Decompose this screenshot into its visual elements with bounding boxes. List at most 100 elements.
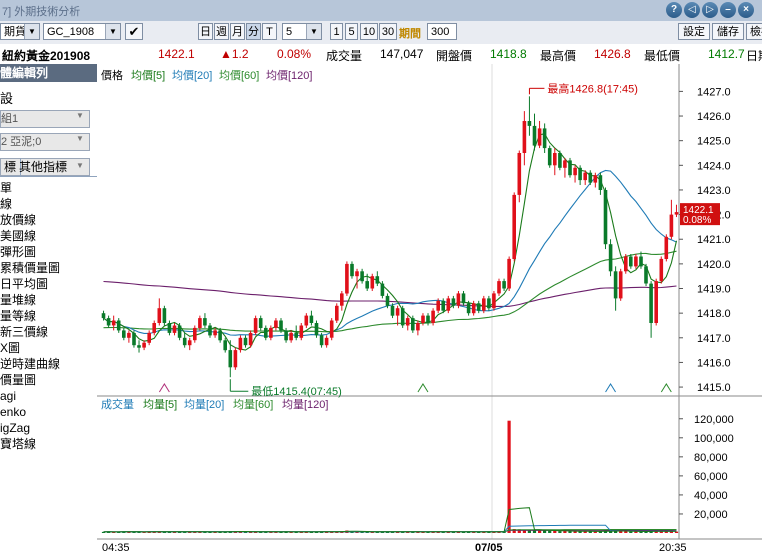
indicator-item[interactable]: 線 <box>0 196 95 212</box>
candle-body <box>639 256 643 267</box>
price-tick-label: 1426.0 <box>697 111 731 123</box>
candle-body <box>674 212 679 215</box>
indicator-item[interactable]: 彈形圖 <box>0 244 95 260</box>
minute-5-button[interactable]: 5 <box>345 23 358 40</box>
section-label: 設 <box>0 91 14 106</box>
candle-body <box>187 340 192 346</box>
candle-body <box>152 323 156 333</box>
candle-body <box>355 271 359 277</box>
candle-body <box>446 298 451 311</box>
period-month-button[interactable]: 月 <box>230 23 245 40</box>
candle-body <box>329 320 334 338</box>
candle-body <box>228 350 233 368</box>
chart-area[interactable]: 1415.0 1416.0 1417.0 1418.0 1419.0 1420.0 1421… <box>97 64 762 555</box>
title-bar: 7] 外期技術分析 ? ◁ ▷ – × <box>0 0 762 22</box>
indicator-item[interactable]: 量等線 <box>0 308 95 324</box>
period-tick-button[interactable]: T <box>262 23 277 40</box>
link-checkbox[interactable]: ✔ <box>125 23 143 40</box>
candle-body <box>101 313 106 319</box>
candle-body <box>553 153 557 166</box>
candle-body <box>147 332 151 343</box>
indicator-item[interactable]: 價量圖 <box>0 372 95 388</box>
minute-select[interactable]: 5 ▼ <box>282 23 322 40</box>
period-day-button[interactable]: 日 <box>198 23 213 40</box>
candle-body <box>471 303 476 314</box>
tab-other-indicators[interactable]: 其他指標 <box>16 158 70 176</box>
candle-body <box>218 330 222 341</box>
period-input[interactable]: 300 <box>427 23 457 40</box>
candle-body <box>466 303 471 314</box>
candle-body <box>335 305 339 321</box>
candle-body <box>350 263 354 277</box>
high-label: 最高價 <box>540 49 577 63</box>
candle-body <box>644 266 648 284</box>
settings-button[interactable]: 設定 <box>678 23 710 40</box>
minute-30-button[interactable]: 30 <box>379 23 397 40</box>
quote-bar: 紐約黃金201908 1422.1 ▲1.2 0.08% 成交量 147,047… <box>0 44 762 65</box>
candle-body <box>385 295 390 306</box>
indicator-item[interactable]: agi <box>0 388 95 404</box>
candle-body <box>588 172 593 183</box>
candle-body <box>223 340 227 351</box>
help-icon[interactable]: ? <box>666 2 682 18</box>
volume-bar <box>624 531 628 533</box>
volume-bar <box>558 531 562 533</box>
chevron-down-icon: ▼ <box>105 24 120 39</box>
candle-body <box>238 337 243 351</box>
indicator-item[interactable]: igZag <box>0 420 95 436</box>
candle-body <box>208 325 212 336</box>
price-volume-chart[interactable]: 1415.0 1416.0 1417.0 1418.0 1419.0 1420.0 1421… <box>97 64 762 555</box>
candle-body <box>624 256 628 272</box>
indicator-item[interactable]: 放價線 <box>0 212 95 228</box>
candle-body <box>137 345 141 348</box>
chevron-down-icon: ▼ <box>76 134 84 143</box>
minute-10-button[interactable]: 10 <box>360 23 378 40</box>
candle-body <box>583 172 587 181</box>
indicator-item[interactable]: 新三價線 <box>0 324 95 340</box>
candle-body <box>122 330 126 338</box>
indicator-item[interactable]: 單 <box>0 180 95 196</box>
indicator-item[interactable]: 日平均圖 <box>0 276 95 292</box>
indicator-item[interactable]: 量堆線 <box>0 292 95 308</box>
indicator-item[interactable]: 美國線 <box>0 228 95 244</box>
candle-body <box>461 293 466 304</box>
candle-body <box>542 128 547 149</box>
candle-body <box>451 298 456 306</box>
candle-body <box>502 281 506 289</box>
period-week-button[interactable]: 週 <box>214 23 229 40</box>
high-value: 1426.8 <box>594 47 631 61</box>
indicator-item[interactable]: enko <box>0 404 95 420</box>
indicator-item[interactable]: 寶塔線 <box>0 436 95 452</box>
volume-tick-label: 20,000 <box>694 509 728 521</box>
price-tick-label: 1425.0 <box>697 136 731 148</box>
candle-body <box>507 258 511 289</box>
volume-label: 成交量 <box>326 49 363 63</box>
indicator-item[interactable]: 累積價量圖 <box>0 260 95 276</box>
indicator-item[interactable]: X圖 <box>0 340 95 356</box>
candle-body <box>289 332 293 341</box>
next-icon[interactable]: ▷ <box>702 2 718 18</box>
close-icon[interactable]: × <box>738 2 754 18</box>
period-minute-button[interactable]: 分 <box>246 23 261 40</box>
candle-body <box>274 320 278 328</box>
symbol-select[interactable]: GC_1908 ▼ <box>43 23 121 40</box>
view-button[interactable]: 檢視 <box>746 23 762 40</box>
minute-1-button[interactable]: 1 <box>330 23 343 40</box>
prev-icon[interactable]: ◁ <box>684 2 700 18</box>
save-button[interactable]: 儲存 <box>712 23 744 40</box>
price-tick-label: 1420.0 <box>697 259 731 271</box>
candle-body <box>157 308 162 323</box>
volume-bar <box>548 530 552 533</box>
indicator-item[interactable]: 逆時建曲線 <box>0 356 95 372</box>
candle-body <box>613 271 618 299</box>
candle-body <box>142 342 146 348</box>
chevron-down-icon: ▼ <box>76 111 84 120</box>
market-select[interactable]: 期貨 ▼ <box>0 23 40 40</box>
candle-body <box>568 160 572 176</box>
x-label-end: 20:35 <box>659 542 687 554</box>
price-tick-label: 1416.0 <box>697 357 731 369</box>
candle-body <box>182 337 187 346</box>
minimize-icon[interactable]: – <box>720 2 736 18</box>
vol-ma120-legend: 均量[120] <box>282 398 328 411</box>
candle-body <box>304 315 309 326</box>
